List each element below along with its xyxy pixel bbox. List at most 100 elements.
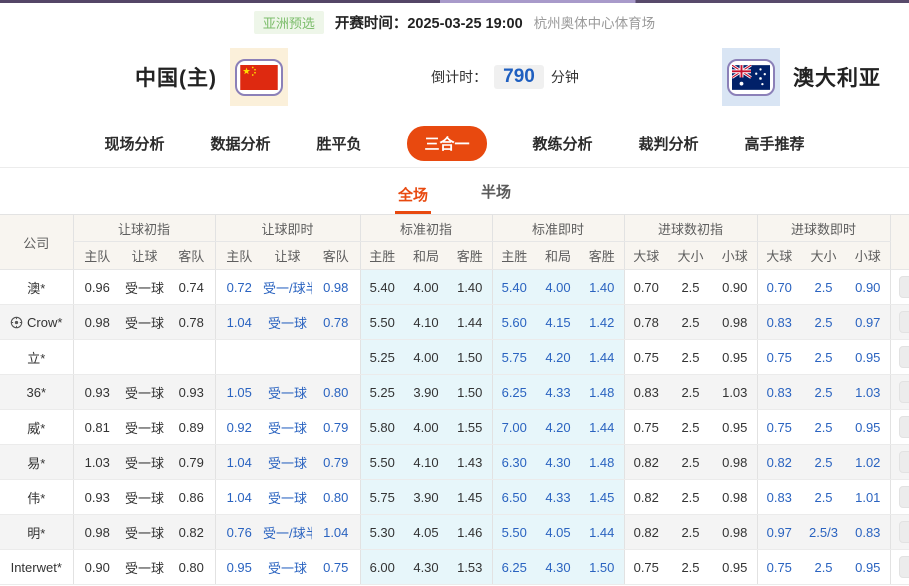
- odds-cell[interactable]: 7.00: [492, 410, 536, 445]
- row-action-button[interactable]: [899, 311, 909, 333]
- odds-cell[interactable]: 6.25: [492, 375, 536, 410]
- odds-cell[interactable]: 6.30: [492, 445, 536, 480]
- odds-cell[interactable]: 4.00: [536, 270, 580, 305]
- odds-cell[interactable]: 0.75: [757, 410, 801, 445]
- odds-cell[interactable]: 2.5: [801, 550, 846, 585]
- nav-tab-live-analysis[interactable]: 现场分析: [104, 133, 164, 154]
- row-action-button[interactable]: [899, 521, 909, 543]
- odds-cell[interactable]: 0.80: [312, 480, 360, 515]
- odds-cell[interactable]: 1.03: [846, 375, 890, 410]
- odds-cell[interactable]: 6.50: [492, 480, 536, 515]
- odds-cell[interactable]: 1.04: [215, 305, 263, 340]
- odds-cell[interactable]: 0.90: [846, 270, 890, 305]
- odds-cell[interactable]: 1.04: [215, 480, 263, 515]
- odds-cell[interactable]: 5.40: [492, 270, 536, 305]
- nav-tab-win-draw-lose[interactable]: 胜平负: [316, 133, 361, 154]
- nav-tab-referee-analysis[interactable]: 裁判分析: [639, 133, 699, 154]
- subtab-half-match[interactable]: 半场: [478, 181, 514, 214]
- odds-cell[interactable]: 1.45: [580, 480, 624, 515]
- row-action-button[interactable]: [899, 346, 909, 368]
- odds-cell[interactable]: 0.83: [846, 515, 890, 550]
- odds-cell[interactable]: 4.15: [536, 305, 580, 340]
- odds-cell[interactable]: 4.30: [536, 445, 580, 480]
- odds-cell[interactable]: 2.5: [801, 410, 846, 445]
- odds-cell[interactable]: 0.97: [757, 515, 801, 550]
- odds-cell[interactable]: 2.5: [801, 375, 846, 410]
- odds-cell[interactable]: 2.5: [801, 340, 846, 375]
- odds-cell[interactable]: 2.5: [801, 445, 846, 480]
- odds-cell[interactable]: 1.50: [580, 550, 624, 585]
- odds-cell[interactable]: 0.75: [757, 550, 801, 585]
- nav-tab-data-analysis[interactable]: 数据分析: [210, 133, 270, 154]
- odds-cell[interactable]: 4.30: [536, 550, 580, 585]
- odds-cell[interactable]: 2.5: [801, 480, 846, 515]
- odds-cell[interactable]: 0.83: [757, 305, 801, 340]
- odds-cell[interactable]: 1.48: [580, 445, 624, 480]
- odds-cell[interactable]: 1.05: [215, 375, 263, 410]
- odds-cell[interactable]: 0.98: [312, 270, 360, 305]
- odds-cell: 受一球: [121, 375, 168, 410]
- odds-cell[interactable]: 受一球: [263, 550, 312, 585]
- odds-cell[interactable]: 0.82: [757, 445, 801, 480]
- odds-cell[interactable]: 4.20: [536, 340, 580, 375]
- odds-cell[interactable]: 受一/球半: [263, 270, 312, 305]
- odds-cell[interactable]: 受一球: [263, 305, 312, 340]
- odds-cell[interactable]: 1.04: [215, 445, 263, 480]
- nav-tab-expert-picks[interactable]: 高手推荐: [745, 133, 805, 154]
- nav-tab-coach-analysis[interactable]: 教练分析: [533, 133, 593, 154]
- odds-cell[interactable]: 0.95: [215, 550, 263, 585]
- odds-cell[interactable]: 2.5/3: [801, 515, 846, 550]
- odds-cell[interactable]: 受一球: [263, 410, 312, 445]
- odds-cell[interactable]: 4.33: [536, 375, 580, 410]
- odds-cell[interactable]: 2.5: [801, 270, 846, 305]
- odds-cell[interactable]: 6.25: [492, 550, 536, 585]
- odds-cell[interactable]: 0.76: [215, 515, 263, 550]
- odds-cell[interactable]: 1.01: [846, 480, 890, 515]
- nav-tab-three-in-one[interactable]: 三合一: [407, 126, 486, 161]
- odds-cell[interactable]: 0.70: [757, 270, 801, 305]
- odds-cell[interactable]: 0.92: [215, 410, 263, 445]
- odds-cell[interactable]: 1.48: [580, 375, 624, 410]
- odds-cell[interactable]: 0.95: [846, 410, 890, 445]
- odds-cell[interactable]: 0.83: [757, 375, 801, 410]
- odds-cell[interactable]: 0.75: [757, 340, 801, 375]
- odds-cell[interactable]: 0.95: [846, 340, 890, 375]
- odds-cell[interactable]: 5.50: [492, 515, 536, 550]
- odds-cell[interactable]: 0.78: [312, 305, 360, 340]
- odds-cell[interactable]: 4.05: [536, 515, 580, 550]
- odds-cell[interactable]: 1.44: [580, 340, 624, 375]
- row-action-cell: [890, 480, 909, 515]
- subtab-full-match[interactable]: 全场: [395, 184, 431, 214]
- row-action-button[interactable]: [899, 381, 909, 403]
- odds-cell[interactable]: 1.04: [312, 515, 360, 550]
- odds-cell[interactable]: 1.44: [580, 410, 624, 445]
- odds-cell[interactable]: 0.72: [215, 270, 263, 305]
- odds-cell[interactable]: 4.20: [536, 410, 580, 445]
- odds-cell[interactable]: 0.79: [312, 410, 360, 445]
- odds-cell[interactable]: 受一球: [263, 480, 312, 515]
- row-action-button[interactable]: [899, 276, 909, 298]
- odds-cell[interactable]: 0.80: [312, 375, 360, 410]
- odds-cell[interactable]: 2.5: [801, 305, 846, 340]
- odds-cell[interactable]: 1.44: [580, 515, 624, 550]
- row-action-button[interactable]: [899, 451, 909, 473]
- odds-cell[interactable]: 0.95: [846, 550, 890, 585]
- row-action-button[interactable]: [899, 416, 909, 438]
- odds-cell[interactable]: 1.40: [580, 270, 624, 305]
- odds-cell[interactable]: 4.33: [536, 480, 580, 515]
- odds-cell[interactable]: 受一/球半: [263, 515, 312, 550]
- odds-cell[interactable]: 0.83: [757, 480, 801, 515]
- odds-cell[interactable]: 受一球: [263, 375, 312, 410]
- row-action-button[interactable]: [899, 486, 909, 508]
- odds-cell: 0.90: [73, 550, 121, 585]
- odds-cell[interactable]: 5.75: [492, 340, 536, 375]
- odds-cell[interactable]: 1.02: [846, 445, 890, 480]
- odds-cell[interactable]: 1.42: [580, 305, 624, 340]
- odds-cell[interactable]: 受一球: [263, 445, 312, 480]
- odds-cell[interactable]: 5.60: [492, 305, 536, 340]
- odds-cell[interactable]: 0.75: [312, 550, 360, 585]
- odds-cell: 1.03: [73, 445, 121, 480]
- row-action-button[interactable]: [899, 556, 909, 578]
- odds-cell[interactable]: 0.97: [846, 305, 890, 340]
- odds-cell[interactable]: 0.79: [312, 445, 360, 480]
